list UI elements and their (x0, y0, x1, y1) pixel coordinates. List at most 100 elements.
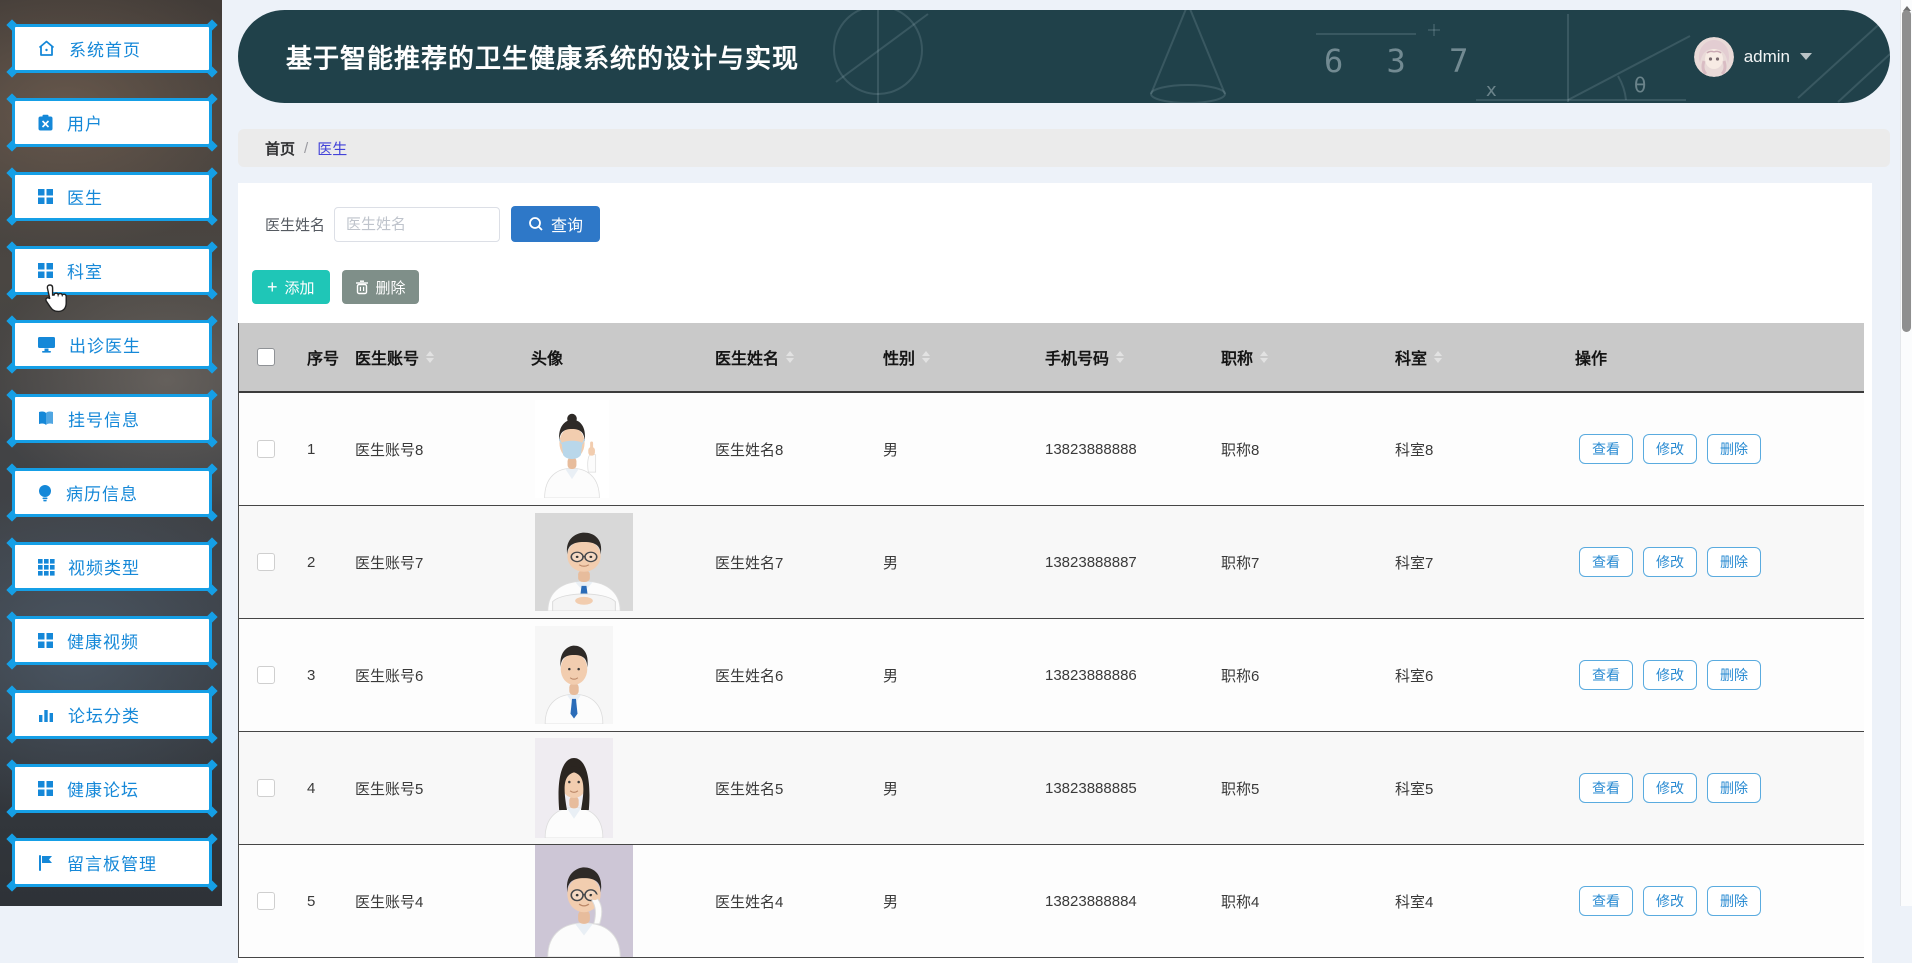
cell-account: 医生账号8 (355, 441, 424, 459)
grid-icon (37, 262, 54, 279)
clipboard-icon (37, 114, 54, 132)
column-header-title[interactable]: 职称 (1207, 345, 1381, 369)
select-all-checkbox[interactable] (257, 348, 275, 366)
sidebar-item-doctors[interactable]: 医生 (6, 167, 218, 226)
sort-icon[interactable] (1434, 347, 1443, 367)
edit-button[interactable]: 修改 (1643, 547, 1697, 577)
sort-icon[interactable] (922, 347, 931, 367)
cell-title: 职称5 (1221, 780, 1260, 798)
sidebar-item-message-board[interactable]: 留言板管理 (6, 833, 218, 892)
user-menu[interactable]: admin (1693, 36, 1812, 77)
delete-row-button[interactable]: 删除 (1707, 660, 1761, 690)
cell-account: 医生账号6 (355, 667, 424, 685)
column-header-actions: 操作 (1575, 351, 1608, 368)
edit-button[interactable]: 修改 (1643, 886, 1697, 916)
view-button[interactable]: 查看 (1579, 773, 1633, 803)
cell-dept: 科室7 (1395, 554, 1434, 572)
column-header-account[interactable]: 医生账号 (341, 345, 517, 369)
sidebar-item-label: 健康视频 (67, 633, 139, 652)
view-button[interactable]: 查看 (1579, 434, 1633, 464)
column-header-phone[interactable]: 手机号码 (1031, 345, 1207, 369)
row-actions: 查看 修改 删除 (1561, 547, 1864, 577)
delete-row-button[interactable]: 删除 (1707, 434, 1761, 464)
cell-index: 5 (307, 892, 316, 910)
cell-index: 1 (307, 440, 316, 458)
row-actions: 查看 修改 删除 (1561, 773, 1864, 803)
select-all-cell (239, 348, 293, 366)
row-checkbox[interactable] (257, 553, 275, 571)
column-header-name[interactable]: 医生姓名 (701, 345, 869, 369)
column-header-gender[interactable]: 性别 (869, 345, 1031, 369)
row-checkbox[interactable] (257, 440, 275, 458)
view-button[interactable]: 查看 (1579, 547, 1633, 577)
search-bar: 医生姓名 查询 (265, 206, 601, 242)
search-input[interactable] (334, 206, 501, 242)
row-actions: 查看 修改 删除 (1561, 434, 1864, 464)
delete-row-button[interactable]: 删除 (1707, 773, 1761, 803)
grid-icon (37, 188, 54, 205)
sidebar-item-label: 病历信息 (66, 485, 138, 504)
sidebar-item-label: 科室 (67, 263, 103, 282)
sidebar-item-home[interactable]: 系统首页 (6, 19, 218, 78)
sidebar-item-health-forum[interactable]: 健康论坛 (6, 759, 218, 818)
column-header-dept[interactable]: 科室 (1381, 345, 1561, 369)
user-avatar (1693, 36, 1734, 77)
cell-gender: 男 (883, 893, 899, 911)
cell-gender: 男 (883, 554, 899, 572)
row-checkbox[interactable] (257, 892, 275, 910)
search-icon (529, 217, 543, 231)
sort-icon[interactable] (786, 347, 795, 367)
delete-row-button[interactable]: 删除 (1707, 547, 1761, 577)
column-header-avatar: 头像 (531, 351, 564, 368)
edit-button[interactable]: 修改 (1643, 773, 1697, 803)
sidebar-item-users[interactable]: 用户 (6, 93, 218, 152)
grid9-icon (37, 558, 55, 576)
add-button[interactable]: + 添加 (252, 270, 330, 304)
edit-button[interactable]: 修改 (1643, 434, 1697, 464)
sort-icon[interactable] (426, 347, 435, 367)
sidebar-item-label: 用户 (67, 115, 103, 134)
row-actions: 查看 修改 删除 (1561, 660, 1864, 690)
sidebar-item-video-types[interactable]: 视频类型 (6, 537, 218, 596)
table-row: 2 医生账号7 医生姓名7 男 13823888887 职称7 科室7 查看 修改 删除 (239, 506, 1864, 619)
cell-name: 医生姓名8 (715, 441, 784, 459)
sidebar-item-label: 系统首页 (69, 41, 141, 60)
sidebar-item-forum-categories[interactable]: 论坛分类 (6, 685, 218, 744)
trash-icon (355, 280, 368, 294)
cell-phone: 13823888884 (1045, 892, 1137, 910)
breadcrumb-home[interactable]: 首页 (265, 138, 295, 159)
main-area: 6 3 7 θ x 基于智能推荐的卫生健康系统的设计与实现 admin 首页 / (222, 0, 1912, 963)
cell-dept: 科室4 (1395, 893, 1434, 911)
row-checkbox[interactable] (257, 779, 275, 797)
sidebar-item-label: 医生 (67, 189, 103, 208)
sort-icon[interactable] (1116, 347, 1125, 367)
breadcrumb-current[interactable]: 医生 (317, 138, 347, 159)
breadcrumb: 首页 / 医生 (238, 129, 1890, 167)
delete-row-button[interactable]: 删除 (1707, 886, 1761, 916)
edit-button[interactable]: 修改 (1643, 660, 1697, 690)
scrollbar-thumb[interactable] (1902, 10, 1911, 332)
username-label: admin (1743, 46, 1790, 66)
cell-index: 4 (307, 779, 316, 797)
page-scrollbar[interactable] (1900, 0, 1912, 906)
sidebar-item-health-videos[interactable]: 健康视频 (6, 611, 218, 670)
delete-button[interactable]: 删除 (341, 270, 419, 304)
bulb-icon (37, 484, 53, 502)
sidebar-item-label: 出诊医生 (69, 337, 141, 356)
view-button[interactable]: 查看 (1579, 660, 1633, 690)
doctor-avatar (517, 513, 701, 611)
sidebar-item-registration-info[interactable]: 挂号信息 (6, 389, 218, 448)
cell-phone: 13823888885 (1045, 779, 1137, 797)
monitor-icon (37, 336, 56, 353)
sort-icon[interactable] (1260, 347, 1269, 367)
query-button[interactable]: 查询 (511, 206, 601, 242)
column-header-index: 序号 (307, 351, 340, 368)
sidebar-item-medical-records[interactable]: 病历信息 (6, 463, 218, 522)
sidebar-item-visiting-doctors[interactable]: 出诊医生 (6, 315, 218, 374)
view-button[interactable]: 查看 (1579, 886, 1633, 916)
row-checkbox[interactable] (257, 666, 275, 684)
cell-phone: 13823888886 (1045, 666, 1137, 684)
sidebar-item-departments[interactable]: 科室 (6, 241, 218, 300)
content-card: 医生姓名 查询 + 添加 (238, 183, 1872, 963)
cell-gender: 男 (883, 780, 899, 798)
